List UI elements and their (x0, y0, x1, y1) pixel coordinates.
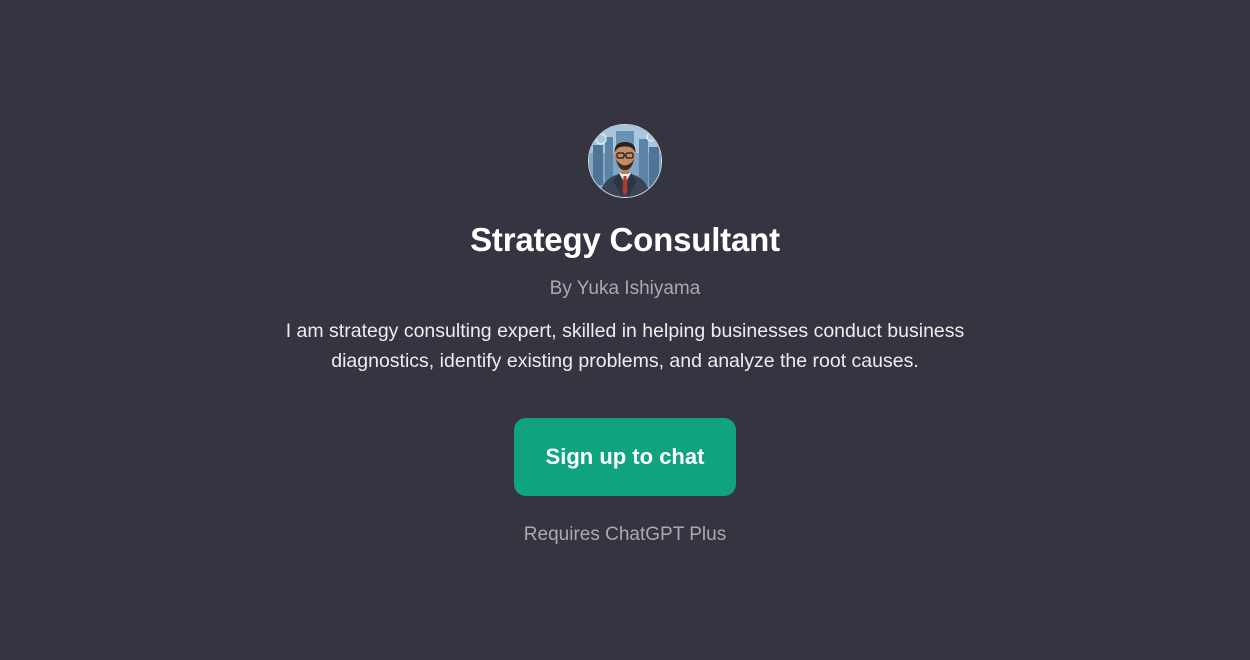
gpt-description: I am strategy consulting expert, skilled… (285, 320, 965, 372)
requires-plus-note: Requires ChatGPT Plus (523, 524, 727, 545)
consultant-avatar-icon (588, 124, 662, 198)
gpt-landing: Strategy Consultant By Yuka Ishiyama I a… (0, 0, 1250, 548)
gpt-author: By Yuka Ishiyama (549, 278, 701, 299)
sign-up-to-chat-button[interactable]: Sign up to chat (514, 418, 736, 496)
gpt-title: Strategy Consultant (470, 221, 780, 258)
